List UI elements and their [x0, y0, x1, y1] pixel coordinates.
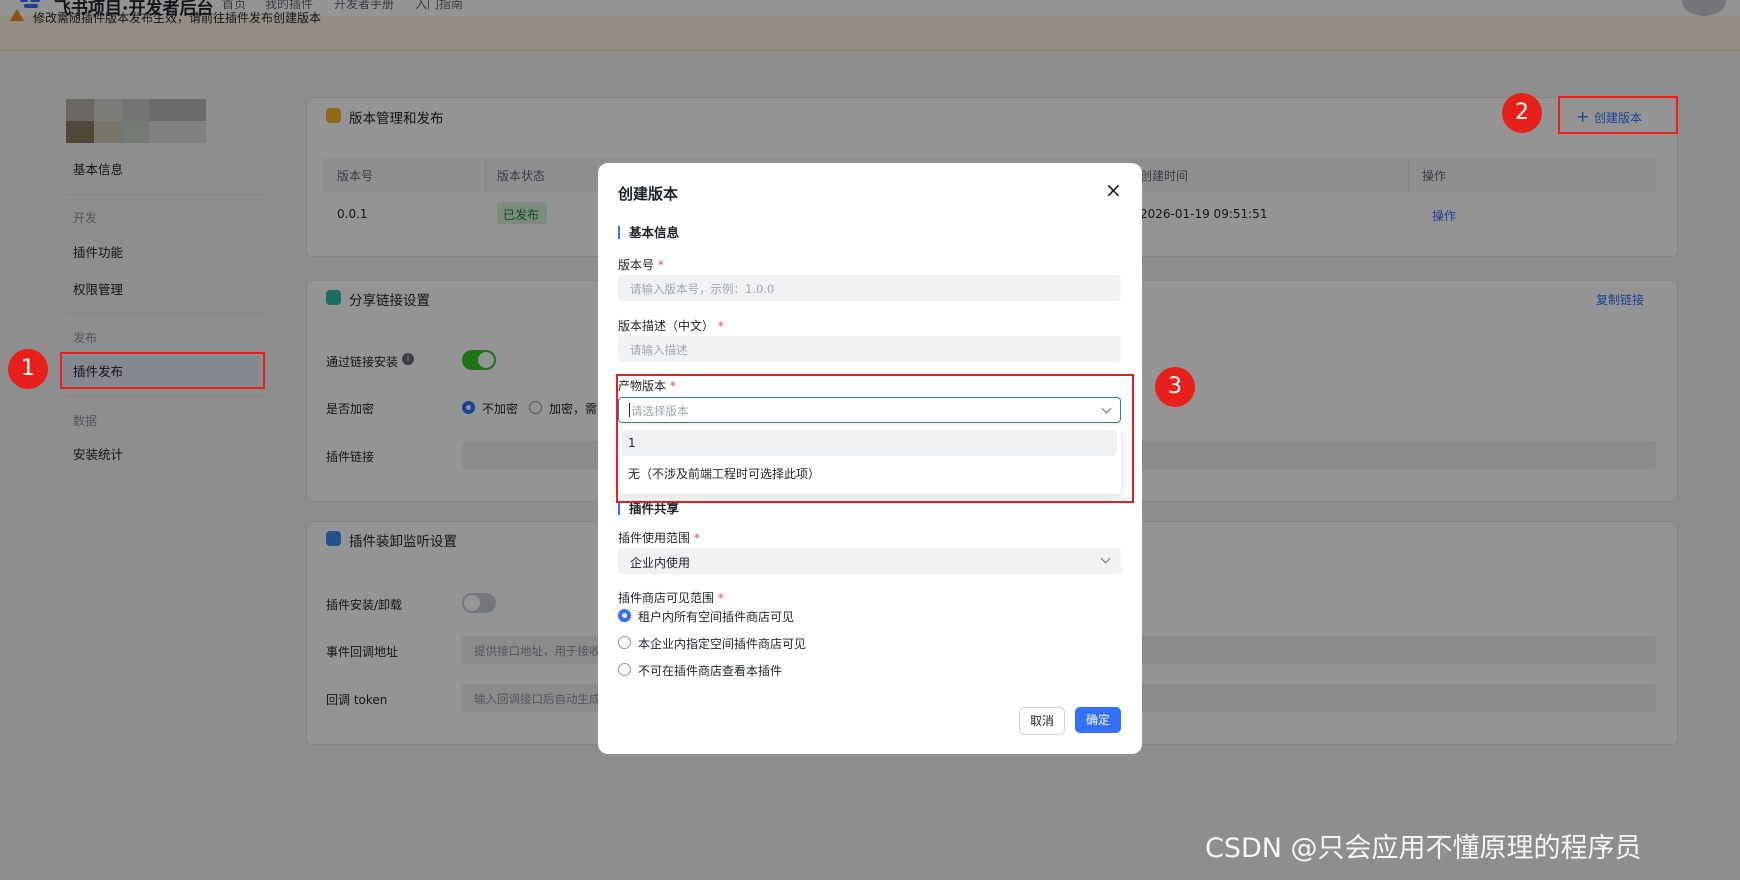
visibility-radio-all[interactable] [618, 609, 631, 622]
version-placeholder: 请输入版本号，示例：1.0.0 [630, 282, 775, 296]
cancel-button[interactable]: 取消 [1019, 707, 1065, 735]
description-label: 版本描述（中文） * [618, 319, 724, 333]
modal-title: 创建版本 [618, 185, 679, 203]
annotation-box-2 [1558, 96, 1678, 134]
visibility-radio-specified[interactable] [618, 636, 631, 649]
visibility-text-specified: 本企业内指定空间插件商店可见 [638, 637, 807, 651]
annotation-box-1 [60, 352, 265, 389]
store-visibility-label: 插件商店可见范围 * [618, 591, 724, 605]
annotation-badge-2: 2 [1502, 93, 1542, 133]
annotation-box-3 [616, 374, 1134, 503]
confirm-button[interactable]: 确定 [1075, 707, 1121, 733]
usage-scope-label: 插件使用范围 * [618, 531, 700, 545]
annotation-badge-1: 1 [8, 349, 48, 389]
section-basic-info: 基本信息 [618, 226, 679, 239]
version-input[interactable]: 请输入版本号，示例：1.0.0 [618, 275, 1121, 301]
visibility-text-all: 租户内所有空间插件商店可见 [638, 610, 795, 624]
watermark: CSDN @只会应用不懂原理的程序员 [1205, 833, 1642, 864]
usage-scope-value: 企业内使用 [630, 556, 691, 570]
visibility-radio-hidden[interactable] [618, 663, 631, 676]
description-input[interactable]: 请输入描述 [618, 336, 1121, 362]
annotation-badge-3: 3 [1155, 367, 1195, 407]
close-icon[interactable]: × [1105, 178, 1122, 202]
visibility-text-hidden: 不可在插件商店查看本插件 [638, 664, 783, 678]
section-plugin-share: 插件共享 [618, 502, 679, 515]
description-placeholder: 请输入描述 [630, 343, 688, 357]
usage-scope-select[interactable]: 企业内使用 [618, 548, 1121, 574]
version-label: 版本号 * [618, 258, 664, 272]
chevron-down-icon [1100, 553, 1111, 564]
